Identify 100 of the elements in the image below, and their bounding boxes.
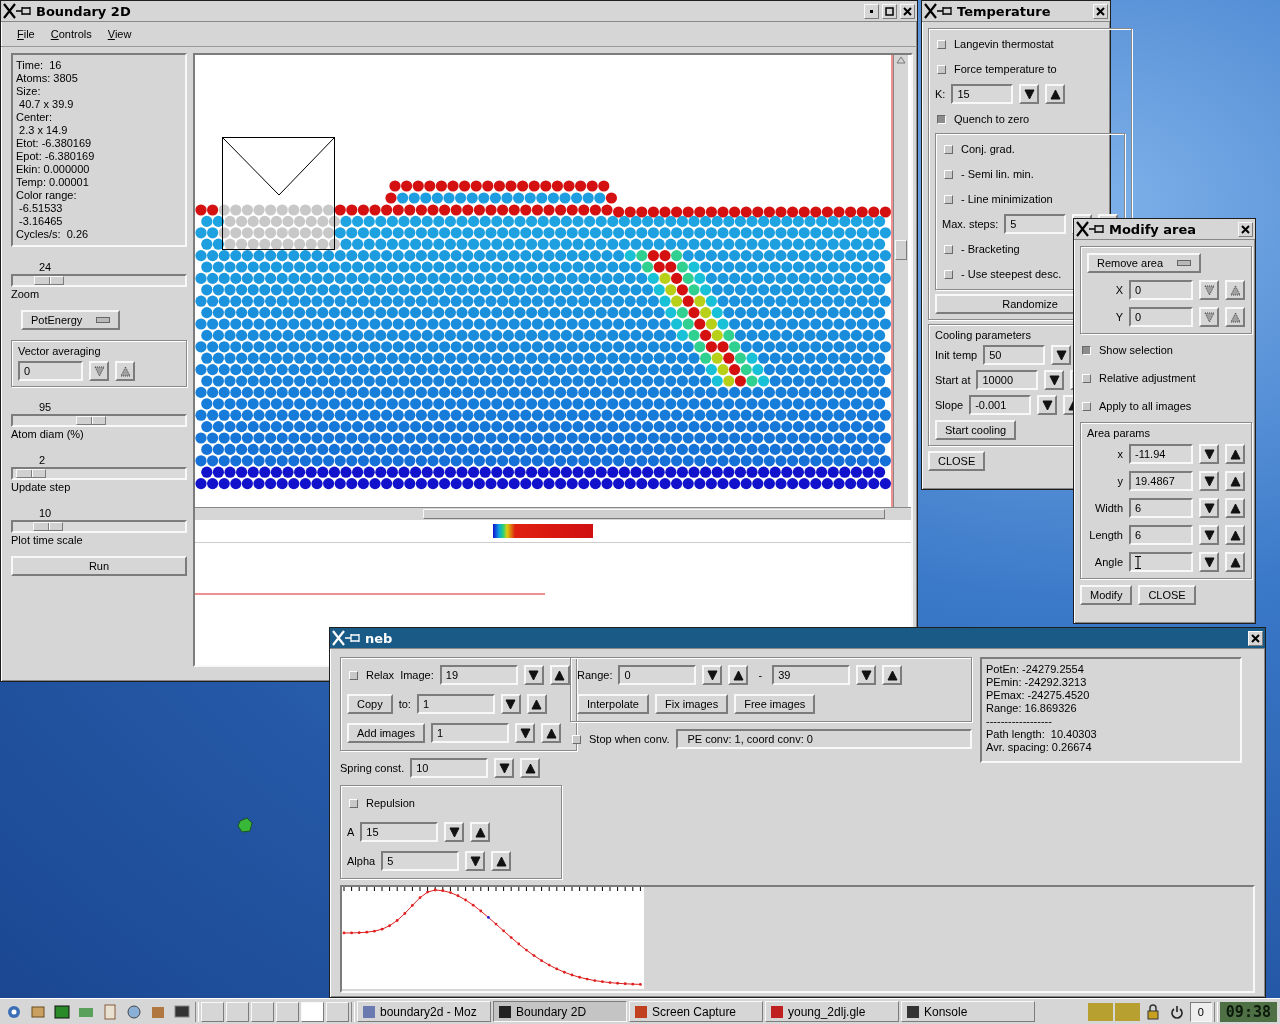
option-menu-button[interactable]: PotEnergy bbox=[21, 310, 121, 330]
input-field[interactable]: 5 bbox=[381, 851, 460, 871]
decrement-button[interactable] bbox=[1199, 444, 1219, 464]
push-button[interactable]: Run bbox=[11, 556, 187, 576]
menu-item[interactable]: View bbox=[101, 26, 138, 42]
increment-button[interactable] bbox=[882, 665, 903, 685]
push-button[interactable]: Add images bbox=[347, 723, 426, 743]
menu-item[interactable]: File bbox=[11, 26, 41, 42]
increment-button[interactable] bbox=[1225, 444, 1245, 464]
push-button[interactable]: CLOSE bbox=[928, 451, 986, 471]
close-button[interactable] bbox=[900, 3, 915, 19]
increment-button[interactable] bbox=[1225, 471, 1245, 491]
decrement-button[interactable] bbox=[702, 665, 723, 685]
input-field[interactable]: -0.001 bbox=[969, 395, 1032, 415]
desktop-pager-button[interactable] bbox=[201, 1001, 224, 1022]
checkbox[interactable] bbox=[1082, 345, 1091, 355]
window-menu-icon[interactable] bbox=[924, 3, 954, 19]
decrement-button[interactable] bbox=[1051, 345, 1072, 365]
slider-thumb[interactable] bbox=[32, 522, 63, 531]
task-button[interactable]: Konsole bbox=[901, 1001, 1035, 1022]
input-field[interactable]: 10000 bbox=[976, 370, 1039, 390]
decrement-button[interactable] bbox=[494, 758, 515, 778]
input-field[interactable]: 6 bbox=[1129, 525, 1193, 545]
slider-thumb[interactable] bbox=[15, 469, 46, 478]
decrement-button[interactable] bbox=[1199, 552, 1219, 572]
title-bar[interactable]: Boundary 2D bbox=[1, 1, 917, 22]
desktop-pager-button[interactable] bbox=[251, 1001, 274, 1022]
input-field[interactable]: 19 bbox=[439, 665, 518, 685]
input-field[interactable]: 5 bbox=[1004, 214, 1067, 234]
push-button[interactable]: Interpolate bbox=[577, 694, 649, 714]
window-menu-icon[interactable] bbox=[332, 630, 362, 646]
option-menu-button[interactable]: Remove area bbox=[1087, 253, 1202, 273]
increment-button[interactable] bbox=[1225, 498, 1245, 518]
increment-button[interactable] bbox=[549, 665, 570, 685]
task-button[interactable]: Screen Capture bbox=[629, 1001, 763, 1022]
input-field[interactable]: 15 bbox=[951, 84, 1014, 104]
increment-button[interactable] bbox=[728, 665, 749, 685]
checkbox[interactable] bbox=[937, 114, 946, 124]
slider-track[interactable] bbox=[11, 520, 187, 533]
close-button[interactable] bbox=[1093, 3, 1108, 19]
input-field[interactable]: -11.94 bbox=[1129, 444, 1193, 464]
desktop-pager-button[interactable] bbox=[301, 1001, 324, 1022]
task-button[interactable]: Boundary 2D bbox=[493, 1001, 627, 1022]
maximize-button[interactable] bbox=[882, 3, 897, 19]
input-field[interactable] bbox=[1129, 552, 1193, 572]
input-field[interactable]: 19.4867 bbox=[1129, 471, 1193, 491]
increment-button[interactable] bbox=[520, 758, 541, 778]
decrement-button[interactable] bbox=[465, 851, 486, 871]
decrement-button[interactable] bbox=[856, 665, 877, 685]
horizontal-scrollbar[interactable] bbox=[195, 507, 911, 520]
input-field[interactable]: 6 bbox=[1129, 498, 1193, 518]
increment-button[interactable] bbox=[470, 822, 491, 842]
slider-track[interactable] bbox=[11, 467, 187, 480]
decrement-button[interactable] bbox=[1044, 370, 1065, 390]
increment-button[interactable] bbox=[1225, 552, 1245, 572]
close-button[interactable] bbox=[1238, 221, 1253, 237]
title-bar[interactable]: Modify area bbox=[1074, 219, 1255, 240]
slider-track[interactable] bbox=[11, 414, 187, 427]
input-field[interactable]: 1 bbox=[416, 694, 495, 714]
scrollbar-thumb[interactable] bbox=[423, 509, 885, 519]
push-button[interactable]: Modify bbox=[1080, 585, 1133, 605]
title-bar[interactable]: Temperature bbox=[922, 1, 1110, 22]
close-button[interactable] bbox=[1248, 630, 1263, 646]
input-field[interactable]: 1 bbox=[431, 723, 510, 743]
decrement-button[interactable] bbox=[1019, 84, 1040, 104]
menu-item[interactable]: Controls bbox=[44, 26, 98, 42]
increment-button[interactable] bbox=[526, 694, 547, 714]
decrement-button[interactable] bbox=[1037, 395, 1058, 415]
desktop-pager-button[interactable] bbox=[326, 1001, 349, 1022]
increment-button[interactable] bbox=[541, 723, 562, 743]
input-field[interactable]: 39 bbox=[772, 665, 851, 685]
task-button[interactable]: boundary2d - Moz bbox=[357, 1001, 491, 1022]
decrement-button[interactable] bbox=[1199, 498, 1219, 518]
slider-thumb[interactable] bbox=[76, 416, 107, 425]
decrement-button[interactable] bbox=[523, 665, 544, 685]
push-button[interactable]: Free images bbox=[734, 694, 816, 714]
decrement-button[interactable] bbox=[1199, 525, 1219, 545]
increment-button[interactable] bbox=[491, 851, 512, 871]
window-menu-icon[interactable] bbox=[3, 3, 33, 19]
slider-track[interactable] bbox=[11, 274, 187, 287]
window-menu-icon[interactable] bbox=[1076, 221, 1106, 237]
decrement-button[interactable] bbox=[444, 822, 465, 842]
slider-thumb[interactable] bbox=[34, 276, 65, 285]
minimize-button[interactable] bbox=[864, 3, 879, 19]
decrement-button[interactable] bbox=[515, 723, 536, 743]
input-field[interactable]: 10 bbox=[410, 758, 489, 778]
decrement-button[interactable] bbox=[500, 694, 521, 714]
decrement-button[interactable] bbox=[1199, 471, 1219, 491]
vertical-scrollbar[interactable] bbox=[893, 55, 908, 507]
desktop-pager-button[interactable] bbox=[226, 1001, 249, 1022]
input-field[interactable]: 50 bbox=[983, 345, 1046, 365]
scrollbar-thumb[interactable] bbox=[895, 240, 907, 260]
input-field[interactable]: 0 bbox=[618, 665, 697, 685]
increment-button[interactable] bbox=[1225, 525, 1245, 545]
push-button[interactable]: CLOSE bbox=[1138, 585, 1196, 605]
increment-button[interactable] bbox=[1045, 84, 1066, 104]
title-bar[interactable]: neb bbox=[330, 628, 1265, 649]
task-button[interactable]: young_2dlj.gle bbox=[765, 1001, 899, 1022]
push-button[interactable]: Start cooling bbox=[935, 420, 1017, 440]
input-field[interactable]: 15 bbox=[360, 822, 439, 842]
